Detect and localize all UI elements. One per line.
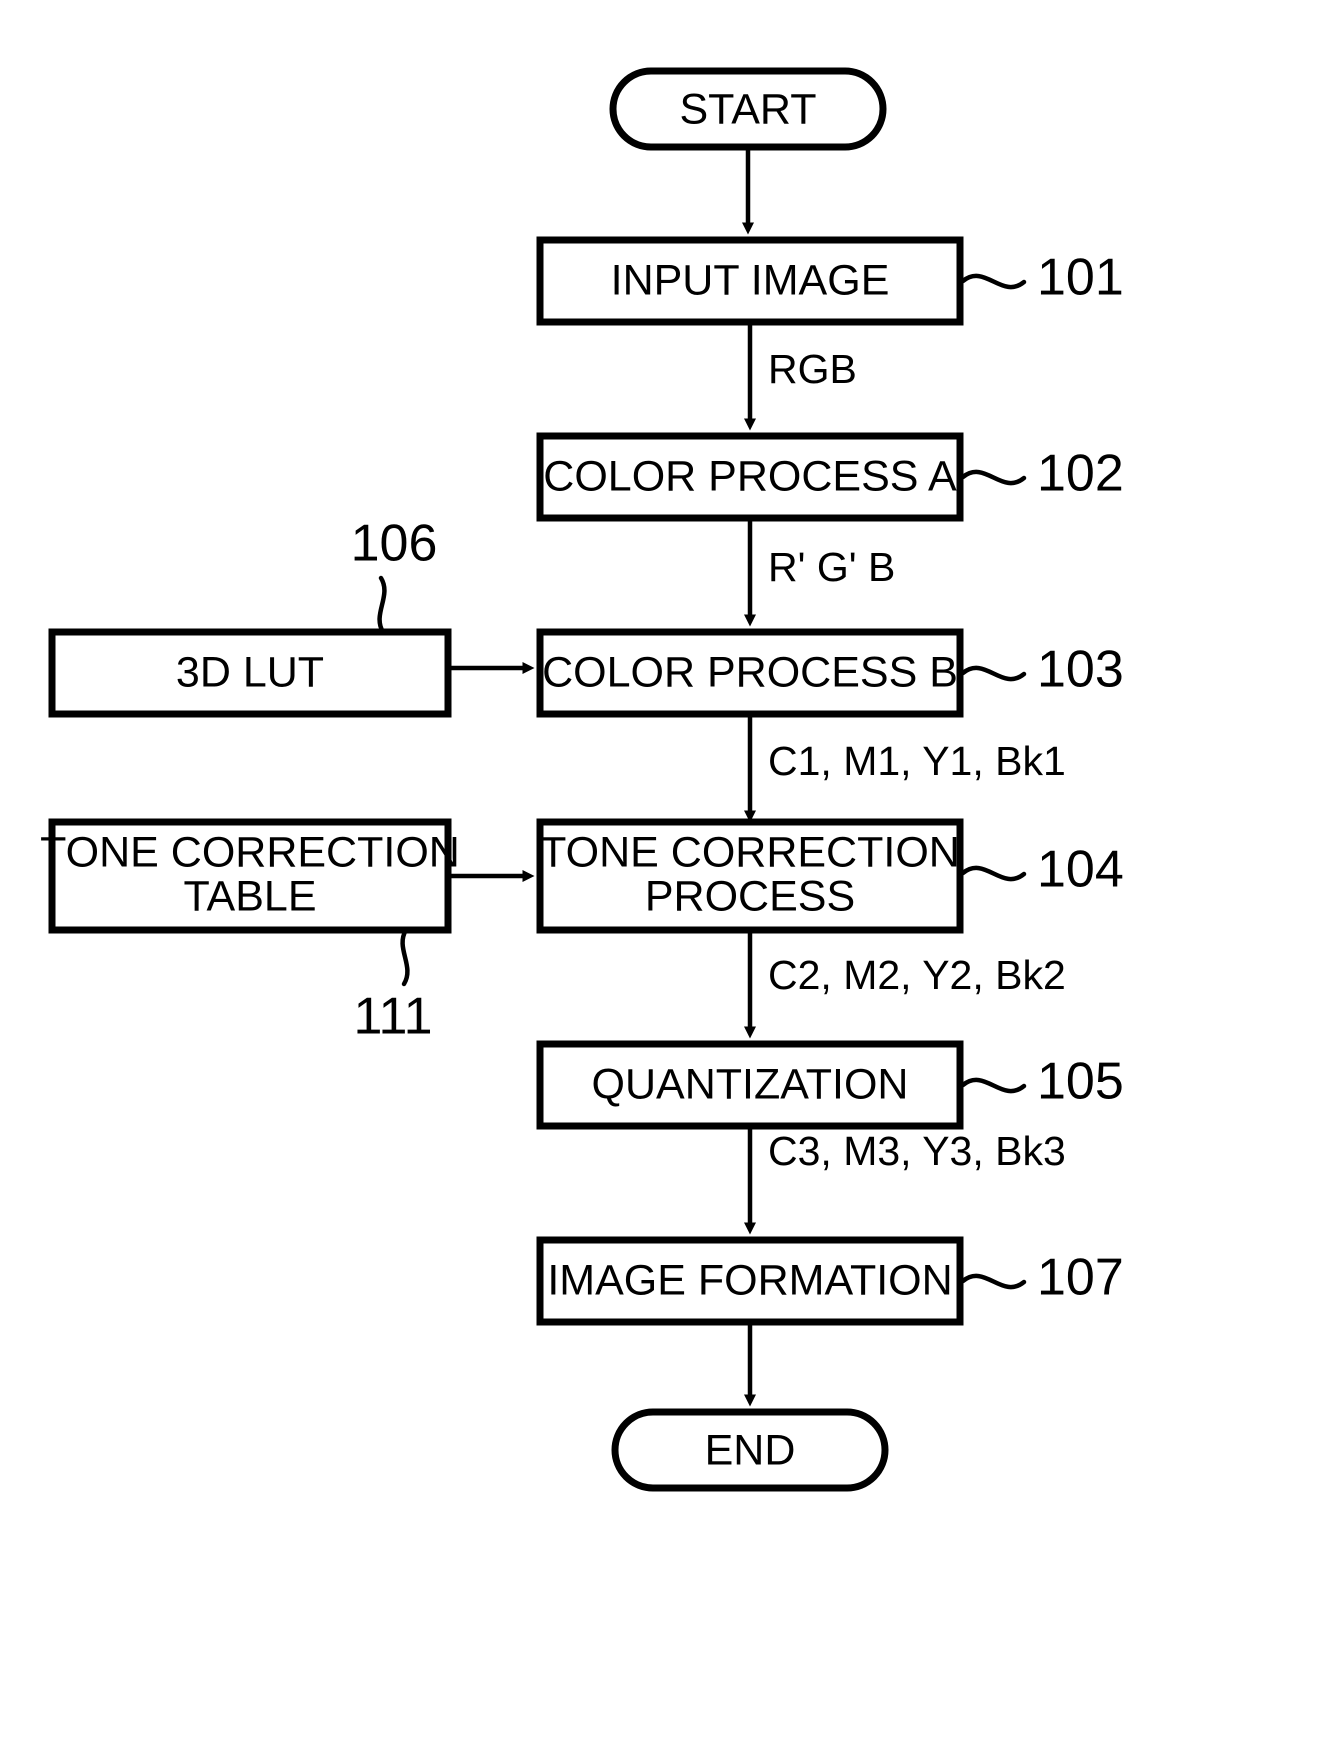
leader-106: 106 [351,515,438,635]
reference-numeral-104: 104 [1037,841,1124,899]
reference-numeral-101: 101 [1037,249,1124,307]
input-image-label: INPUT IMAGE [611,256,890,304]
process-box-color-process-b: COLOR PROCESS B [536,628,964,718]
leader-line-111 [400,927,410,987]
edge-label-rgb-prime: R' G' B [768,544,895,590]
reference-numeral-102: 102 [1037,445,1124,503]
leader-line-105 [960,1077,1027,1094]
color-process-a-label: COLOR PROCESS A [543,452,957,500]
process-box-color-process-a: COLOR PROCESS A [536,432,964,522]
process-box-quantization: QUANTIZATION [536,1040,964,1130]
edge-label-cmyk2: C2, M2, Y2, Bk2 [768,952,1066,998]
side-box-3d-lut: 3D LUT [48,628,452,718]
leader-line-103 [960,665,1027,682]
edge-label-cmyk3: C3, M3, Y3, Bk3 [768,1128,1066,1174]
image-formation-label: IMAGE FORMATION [547,1256,952,1304]
edge-label-cmyk1: C1, M1, Y1, Bk1 [768,738,1066,784]
tone-correction-table-label-line2: TABLE [183,872,316,920]
process-box-image-formation: IMAGE FORMATION [536,1236,964,1326]
leader-111: 111 [353,927,433,1046]
leader-107: 107 [960,1249,1124,1307]
reference-numeral-106: 106 [351,515,438,573]
leader-101: 101 [960,249,1124,307]
connector-input-image-to-color-process-a: RGB [744,322,857,431]
connector-color-process-b-to-tone-correction: C1, M1, Y1, Bk1 [744,714,1066,823]
side-box-tone-correction-table: TONE CORRECTION TABLE [40,818,460,934]
leader-102: 102 [960,445,1124,503]
leader-line-102 [960,469,1027,486]
start-label: START [680,85,817,133]
reference-numeral-103: 103 [1037,641,1124,699]
edge-label-rgb: RGB [768,346,857,392]
lut-3d-label: 3D LUT [176,648,324,696]
leader-line-101 [960,273,1027,290]
leader-104: 104 [960,841,1124,899]
reference-numeral-111: 111 [353,988,432,1046]
connector-color-process-a-to-color-process-b: R' G' B [744,518,895,627]
end-label: END [705,1426,796,1474]
connector-quantization-to-image-formation: C3, M3, Y3, Bk3 [744,1126,1066,1235]
flowchart-canvas: START INPUT IMAGE 101 RGB COLOR PROCESS … [40,67,1124,1492]
end-terminator: END [611,1408,889,1492]
leader-105: 105 [960,1053,1124,1111]
reference-numeral-107: 107 [1037,1249,1124,1307]
color-process-b-label: COLOR PROCESS B [542,648,958,696]
quantization-label: QUANTIZATION [592,1060,909,1108]
patent-figure-flowchart: START INPUT IMAGE 101 RGB COLOR PROCESS … [0,0,1339,1739]
leader-line-106 [377,575,387,635]
process-box-tone-correction-process: TONE CORRECTION PROCESS [536,818,964,934]
connector-tone-correction-to-quantization: C2, M2, Y2, Bk2 [744,930,1066,1039]
tone-correction-table-label-line1: TONE CORRECTION [40,828,460,876]
leader-line-107 [960,1273,1027,1290]
tone-correction-process-label-line1: TONE CORRECTION [540,828,960,876]
process-box-input-image: INPUT IMAGE [536,236,964,326]
reference-numeral-105: 105 [1037,1053,1124,1111]
start-terminator: START [609,67,887,151]
leader-line-104 [960,865,1027,882]
leader-103: 103 [960,641,1124,699]
tone-correction-process-label-line2: PROCESS [645,872,855,920]
